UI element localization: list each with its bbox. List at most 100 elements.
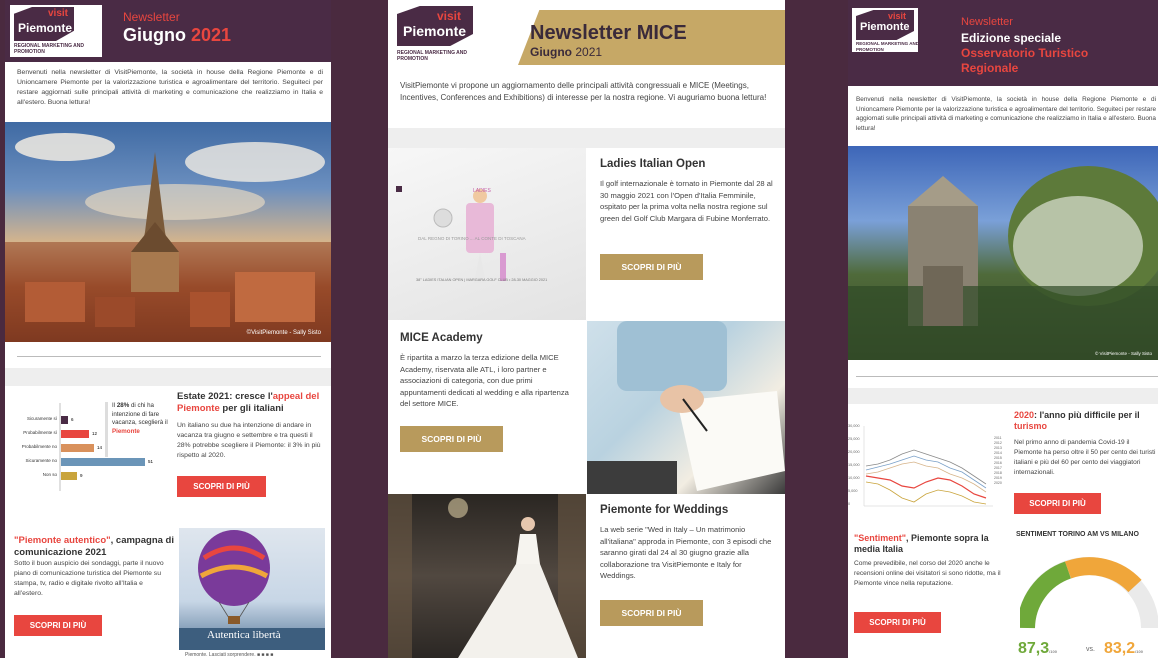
y-tick-3: 15,000: [848, 463, 860, 467]
turin-photo[interactable]: ©VisitPiemonte - Sally Sisto: [5, 122, 331, 342]
title-part-b: : l'anno più difficile per il: [1034, 410, 1140, 420]
gauge-icon: [1017, 557, 1158, 629]
header-newsletter-label: Newsletter: [961, 16, 1013, 28]
scopri-button-autentico[interactable]: SCOPRI DI PIÙ: [14, 615, 102, 636]
intro-text: Benvenuti nella newsletter di VisitPiemo…: [856, 96, 1156, 132]
grey-band: [388, 128, 785, 148]
note-part-red: Piemonte: [112, 427, 140, 435]
golf-banner-text: 38° LADIES ITALIAN OPEN | MARGARA GOLF C…: [416, 278, 548, 282]
bar-value-2: 12: [92, 431, 98, 436]
bar-value-1: 6: [71, 417, 74, 422]
logo-main-text: Piemonte: [860, 21, 910, 33]
bar-label-3: Probabilmente no: [21, 444, 57, 449]
bar-label-2: Probabilmente sì: [23, 430, 57, 435]
wedding-image[interactable]: [388, 494, 586, 658]
gauge-vs: vs.: [1086, 646, 1095, 653]
article-2020-body: Nel primo anno di pandemia Covid-19 il P…: [1014, 439, 1156, 476]
line-chart-svg: [863, 426, 993, 507]
visitpiemonte-logo[interactable]: visit Piemonte REGIONAL MARKETING AND PR…: [852, 8, 919, 52]
ladies-open-image[interactable]: LADIES DAL REGNO DI TORINO ... AL CONTE …: [388, 148, 586, 320]
title-part-red: 2020: [1014, 410, 1035, 420]
scopri-button-sentiment[interactable]: SCOPRI DI PIÙ: [854, 612, 941, 633]
scopri-button-appeal[interactable]: SCOPRI DI PIÙ: [177, 476, 266, 497]
article-appeal-body: Un italiano su due ha intenzione di anda…: [177, 422, 321, 459]
grey-band: [5, 368, 331, 386]
bar-label-1: Sicuramente sì: [26, 416, 57, 421]
bar-probabilmente-si: [61, 430, 89, 438]
weddings-title: Piemonte for Weddings: [600, 504, 729, 516]
bar-value-3: 14: [97, 445, 103, 450]
article-sentiment-title: "Sentiment", Piemonte sopra la media Ita…: [854, 533, 1004, 555]
writing-hands-icon: [587, 321, 785, 494]
legend-item: 2020: [994, 481, 1002, 485]
torino-unit: /100: [1049, 649, 1057, 654]
turin-skyline-icon: [5, 133, 331, 342]
article-2020-title: 2020: l'anno più difficile per il turism…: [1014, 410, 1156, 432]
logo-sub-text: REGIONAL MARKETING AND PROMOTION: [856, 41, 919, 52]
mice-academy-body: È ripartita a marzo la terza edizione de…: [400, 353, 569, 408]
y-tick-4: 10,000: [848, 476, 860, 480]
bar-value-5: 9: [80, 473, 83, 478]
header-month: Giugno 2021: [123, 25, 231, 46]
bar-sicuramente-no: [61, 458, 145, 466]
ladies-open-title: Ladies Italian Open: [600, 158, 706, 170]
milano-unit: /100: [1135, 649, 1143, 654]
grey-band: [848, 388, 1158, 404]
chart-note-rule: [105, 402, 108, 457]
mice-intro: VisitPiemonte vi propone un aggiornament…: [400, 81, 767, 102]
mice-header-date: Giugno 2021: [530, 45, 602, 59]
mice-header-title: Newsletter MICE: [530, 22, 687, 44]
header-edition: Edizione speciale: [961, 31, 1062, 45]
isola-bella-garden-icon: [848, 166, 1158, 360]
scopri-button-ladies-open[interactable]: SCOPRI DI PIÙ: [600, 254, 703, 280]
golf-tagline: DAL REGNO DI TORINO ... AL CONTE DI TOSC…: [418, 236, 526, 241]
newsletter-giugno-panel: visit Piemonte REGIONAL MARKETING AND PR…: [5, 0, 331, 658]
title-part-red: "Piemonte autentico": [14, 535, 111, 546]
visitpiemonte-logo[interactable]: visit Piemonte REGIONAL MARKETING AND PR…: [10, 5, 102, 57]
logo-sub-text: REGIONAL MARKETING AND PROMOTION: [397, 50, 467, 62]
newsletter-mice-panel: visit Piemonte REGIONAL MARKETING AND PR…: [388, 0, 785, 658]
balloon-campaign-image[interactable]: Autentica libertà: [179, 528, 325, 650]
newsletter-osservatorio-panel: visit Piemonte REGIONAL MARKETING AND PR…: [848, 0, 1158, 658]
balloon-caption: Autentica libertà: [207, 629, 281, 641]
header-month-text: Giugno: [530, 45, 572, 59]
header-regionale: Regionale: [961, 61, 1019, 75]
article-sentiment-body: Come prevedibile, nel corso del 2020 anc…: [854, 560, 1001, 587]
mice-academy-title: MICE Academy: [400, 332, 483, 344]
note-part-b: 28%: [116, 402, 130, 409]
milano-score: 83,2: [1104, 640, 1136, 657]
scopri-button-2020[interactable]: SCOPRI DI PIÙ: [1014, 493, 1101, 514]
header-year-text: 2021: [191, 25, 232, 45]
intro-text: Benvenuti nella newsletter di VisitPiemo…: [17, 69, 323, 106]
logo-visit-text: visit: [47, 8, 68, 19]
golfer-icon: [396, 186, 506, 283]
logo-sub-text: REGIONAL MARKETING AND PROMOTION: [14, 43, 84, 55]
line-chart-legend: 2011 2012 2013 2014 2015 2016 2017 2018 …: [994, 436, 1002, 486]
bride-icon: [388, 494, 586, 658]
header-month-text: Giugno: [123, 25, 186, 45]
header-osservatorio: Osservatorio Turistico: [961, 46, 1089, 60]
chart-note: Il 28% di chi ha intenzione di fare vaca…: [112, 402, 172, 436]
garden-palace-photo[interactable]: © VisitPiemonte - Sally Sisto: [848, 146, 1158, 360]
logo-main-text: Piemonte: [18, 21, 73, 35]
y-tick-1: 25,000: [848, 437, 860, 441]
article-autentico-body: Sotto il buon auspicio dei sondaggi, par…: [14, 560, 164, 597]
y-tick-6: 0: [848, 502, 851, 506]
title-part-red2: turismo: [1014, 421, 1048, 431]
article-appeal-title: Estate 2021: cresce l'appeal del Piemont…: [177, 391, 327, 415]
ladies-open-body: Il golf internazionale è tornato in Piem…: [600, 179, 773, 223]
logo-visit-text: visit: [887, 11, 906, 21]
article-autentico-title: "Piemonte autentico", campagna di comuni…: [14, 535, 174, 559]
header-year-text: 2021: [575, 45, 603, 59]
visitpiemonte-logo[interactable]: visit Piemonte REGIONAL MARKETING AND PR…: [393, 4, 481, 64]
weddings-body: La web serie "Wed in Italy – Un matrimon…: [600, 525, 772, 580]
mice-academy-image[interactable]: [587, 321, 785, 494]
divider: [17, 356, 321, 357]
scopri-button-academy[interactable]: SCOPRI DI PIÙ: [400, 426, 503, 452]
bar-sicuramente-si: [61, 416, 68, 424]
sentiment-gauge: [1017, 550, 1158, 630]
gauge-title: SENTIMENT TORINO AM VS MILANO: [1016, 531, 1139, 538]
bar-non-so: [61, 472, 77, 480]
scopri-button-weddings[interactable]: SCOPRI DI PIÙ: [600, 600, 703, 626]
panel2-header: visit Piemonte REGIONAL MARKETING AND PR…: [388, 0, 785, 72]
